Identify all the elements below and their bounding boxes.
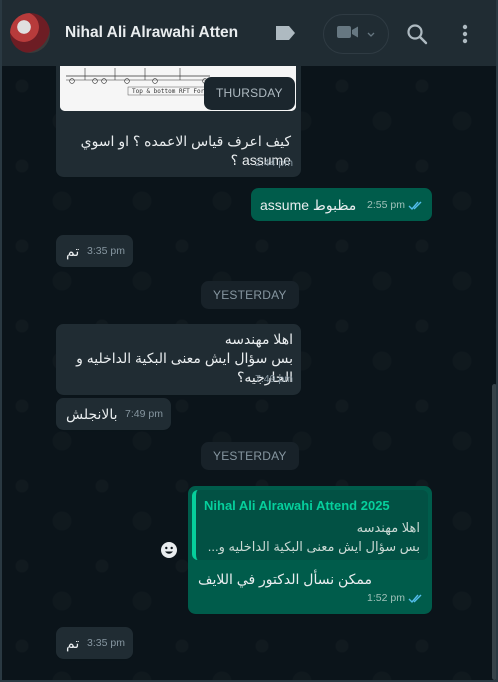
message-bubble-incoming[interactable]: اهلا مهندسه بس سؤال ايش معنى البكية الدا… (56, 324, 301, 395)
chat-window: Nihal Ali Alrawahi Atten Top & bottom RF… (0, 0, 498, 682)
message-bubble-incoming[interactable]: تم 3:35 pm (56, 235, 133, 267)
contact-name[interactable]: Nihal Ali Alrawahi Atten (65, 24, 239, 42)
message-time: 2:44 pm (255, 157, 293, 169)
svg-text:Top & bottom RFT For: Top & bottom RFT For (132, 88, 205, 95)
message-text: ممكن نسأل الدكتور في اللايف (197, 571, 372, 587)
emoji-react-icon[interactable] (160, 541, 178, 559)
message-bubble-incoming[interactable]: بالانجلش 7:49 pm (56, 398, 171, 430)
message-time: 1:52 pm (367, 589, 424, 608)
message-time: 3:35 pm (87, 637, 125, 649)
contact-avatar[interactable] (10, 13, 50, 53)
date-separator: YESTERDAY (201, 281, 299, 309)
chevron-down-icon (367, 25, 375, 43)
message-text: تم (66, 635, 80, 651)
message-bubble-incoming[interactable]: تم 3:35 pm (56, 627, 133, 659)
read-receipt-icon (408, 594, 422, 604)
scrollbar[interactable] (492, 384, 496, 680)
video-call-button[interactable] (323, 14, 389, 54)
message-time: 2:55 pm (367, 196, 424, 215)
read-receipt-icon (408, 201, 422, 211)
message-time: 3:35 pm (87, 245, 125, 257)
message-time: 7:49 pm (125, 408, 163, 420)
message-bubble-outgoing-reply[interactable]: Nihal Ali Alrawahi Attend 2025 اهلا مهند… (188, 486, 432, 614)
video-call-icon (337, 25, 359, 44)
message-bubble-incoming[interactable]: Top & bottom RFT For THURSDAY كيف اعرف ق… (56, 50, 301, 177)
quote-author: Nihal Ali Alrawahi Attend 2025 (204, 498, 390, 513)
search-icon[interactable] (406, 23, 428, 45)
message-time: 7:49 pm (255, 373, 293, 385)
message-text: بالانجلش (66, 406, 118, 422)
quote-text: اهلا مهندسه بس سؤال ايش معنى البكية الدا… (207, 520, 420, 554)
quoted-message[interactable]: Nihal Ali Alrawahi Attend 2025 اهلا مهند… (192, 490, 428, 560)
menu-icon[interactable] (462, 24, 468, 44)
message-text: مظبوط assume (260, 197, 357, 213)
message-text: تم (66, 243, 80, 259)
message-bubble-outgoing[interactable]: مظبوط assume 2:55 pm (251, 188, 432, 221)
label-icon[interactable] (274, 25, 296, 41)
date-separator: YESTERDAY (201, 442, 299, 470)
floating-date-chip: THURSDAY (204, 77, 295, 110)
chat-header: Nihal Ali Alrawahi Atten (2, 0, 496, 66)
